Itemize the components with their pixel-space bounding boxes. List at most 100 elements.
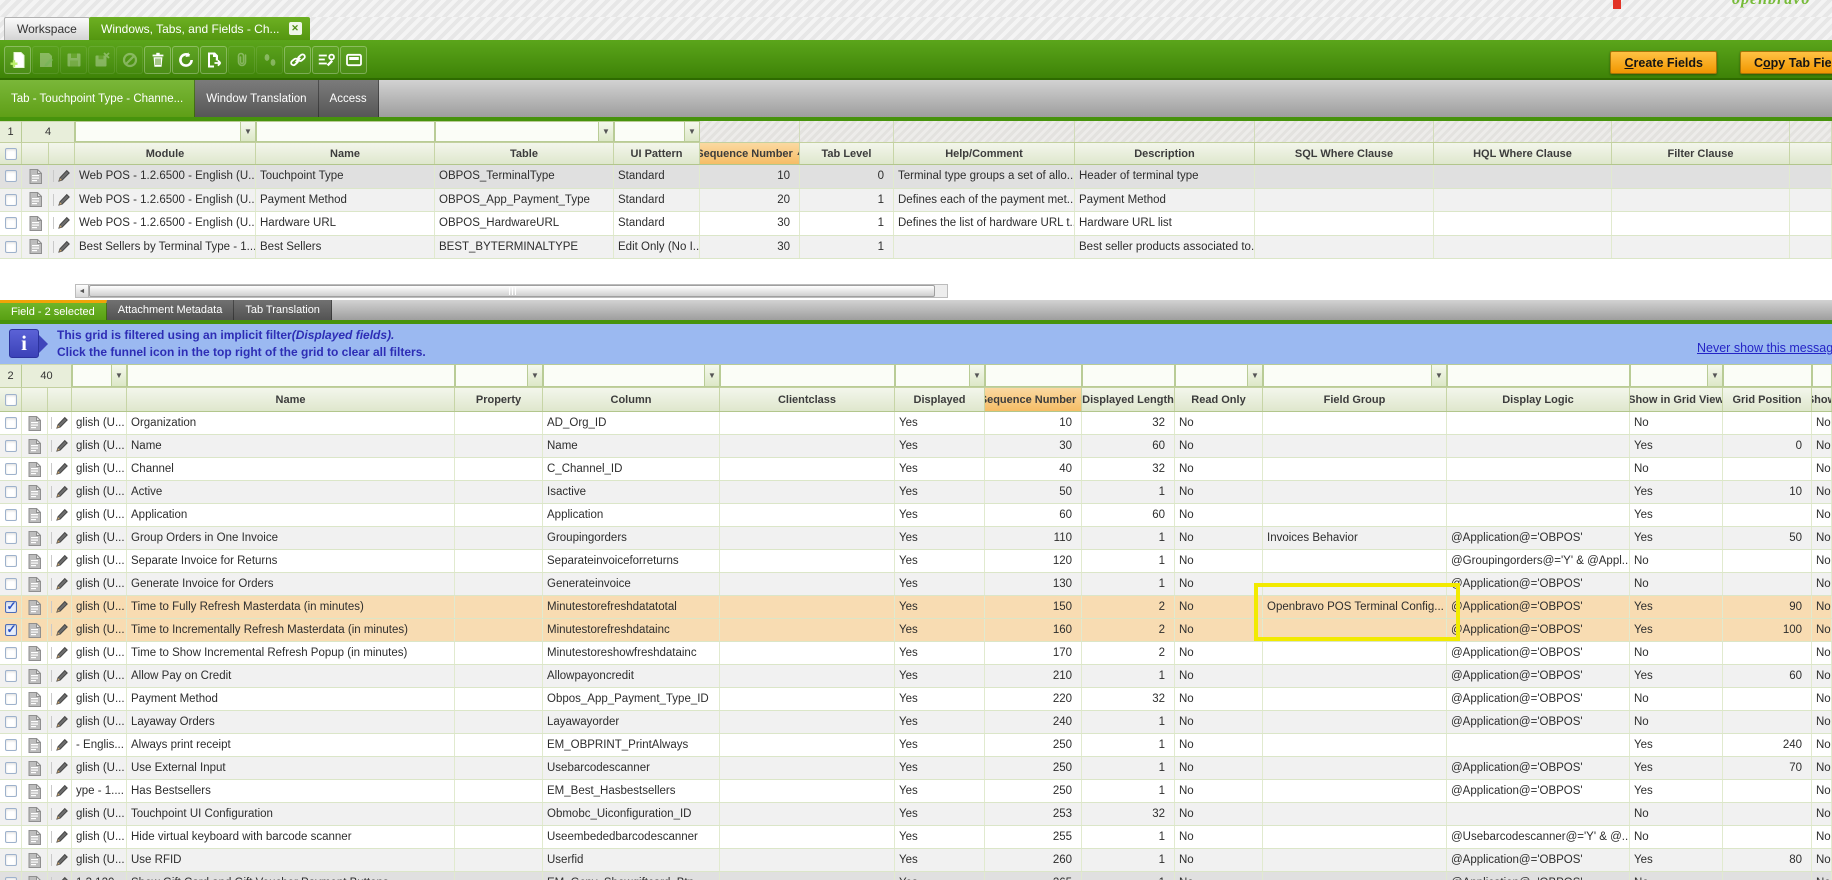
row-checkbox[interactable] [5,532,17,544]
table-row[interactable]: Web POS - 1.2.6500 - English (U...Touchp… [0,165,1832,189]
edit-record-icon[interactable] [48,504,72,526]
form-view-icon[interactable] [22,236,49,259]
column-header-display-logic[interactable]: Display Logic [1447,388,1630,411]
column-header-show-in-grid-view[interactable]: Show in Grid View [1630,388,1723,411]
table-row[interactable]: glish (U...Allow Pay on CreditAllowpayon… [0,665,1832,688]
form-view-icon[interactable] [22,435,48,457]
row-checkbox[interactable] [5,509,17,521]
form-view-icon[interactable] [22,803,48,825]
edit-record-icon[interactable] [48,688,72,710]
edit-record-icon[interactable] [48,803,72,825]
form-view-icon[interactable] [22,458,48,480]
row-checkbox[interactable] [5,217,17,229]
tab-window-translation[interactable]: Window Translation [195,80,318,117]
row-checkbox[interactable] [5,647,17,659]
filter-input[interactable]: ▼ [75,121,256,142]
table-row[interactable]: glish (U...ApplicationApplicationYes6060… [0,504,1832,527]
column-header-clientclass[interactable]: Clientclass [720,388,895,411]
column-header-blank[interactable] [1790,143,1832,164]
filter-dropdown-icon[interactable]: ▼ [1707,365,1722,386]
row-checkbox[interactable] [5,808,17,820]
filter-dropdown-icon[interactable]: ▼ [527,365,542,386]
row-checkbox[interactable] [5,854,17,866]
select-all-checkbox[interactable] [5,148,17,160]
form-view-icon[interactable] [22,189,49,212]
table-row[interactable]: glish (U...Hide virtual keyboard with ba… [0,826,1832,849]
edit-record-icon[interactable] [48,527,72,549]
row-checkbox[interactable] [5,831,17,843]
form-view-icon[interactable] [22,165,49,188]
table-row[interactable]: glish (U...Time to Fully Refresh Masterd… [0,596,1832,619]
edit-record-icon[interactable] [48,435,72,457]
row-checkbox[interactable] [5,170,17,182]
filter-input[interactable]: ▼ [1175,364,1263,387]
column-header-filter-clause[interactable]: Filter Clause [1612,143,1790,164]
table-row[interactable]: glish (U...Layaway OrdersLayawayorderYes… [0,711,1832,734]
close-icon[interactable]: ✕ [289,22,302,35]
never-show-message-link[interactable]: Never show this message ag [1697,341,1832,355]
row-checkbox[interactable] [5,785,17,797]
form-view-icon[interactable] [22,504,48,526]
row-checkbox[interactable] [5,463,17,475]
table-row[interactable]: Web POS - 1.2.6500 - English (U...Paymen… [0,189,1832,213]
tab-access[interactable]: Access [319,80,379,117]
edit-record-icon[interactable] [49,165,75,188]
filter-input[interactable] [1447,364,1630,387]
form-view-icon[interactable] [22,596,48,618]
filter-input[interactable] [985,364,1082,387]
column-header-read-only[interactable]: Read Only [1175,388,1263,411]
form-view-icon[interactable] [22,550,48,572]
form-view-icon[interactable] [22,711,48,733]
filter-input[interactable]: ▼ [895,364,985,387]
table-row[interactable]: 1.3.120...Show Gift Card and Gift Vouche… [0,872,1832,880]
edit-record-icon[interactable] [48,872,72,880]
edit-record-icon[interactable] [48,596,72,618]
column-header-field-group[interactable]: Field Group [1263,388,1447,411]
tab-tab-translation[interactable]: Tab Translation [234,300,332,320]
edit-record-icon[interactable] [48,458,72,480]
edit-record-icon[interactable] [48,826,72,848]
filter-dropdown-icon[interactable]: ▼ [1431,365,1446,386]
scrollbar-thumb[interactable] [89,285,935,297]
table-row[interactable]: glish (U...Time to Incrementally Refresh… [0,619,1832,642]
filter-dropdown-icon[interactable]: ▼ [240,122,255,141]
filter-input[interactable] [720,364,895,387]
column-header-help-comment[interactable]: Help/Comment [894,143,1075,164]
tab-attachment-metadata[interactable]: Attachment Metadata [107,300,235,320]
edit-record-icon[interactable] [48,757,72,779]
scroll-left-icon[interactable]: ◄ [76,285,89,297]
copy-tab-fields-button[interactable]: Copy Tab Fields [1740,51,1832,74]
filter-input[interactable] [127,364,455,387]
edit-record-icon[interactable] [48,481,72,503]
filter-dropdown-icon[interactable]: ▼ [111,365,126,386]
filter-input[interactable] [1723,364,1812,387]
form-view-icon[interactable] [22,665,48,687]
tab-field[interactable]: Field - 2 selected [0,300,107,320]
form-view-icon[interactable] [22,642,48,664]
table-row[interactable]: glish (U...Payment MethodObpos_App_Payme… [0,688,1832,711]
form-view-icon[interactable] [22,619,48,641]
table-row[interactable]: glish (U...Separate Invoice for ReturnsS… [0,550,1832,573]
column-header-grid-position[interactable]: Grid Position [1723,388,1812,411]
column-header-module[interactable]: Module [75,143,256,164]
form-view-icon[interactable] [22,527,48,549]
edit-record-icon[interactable] [49,236,75,259]
select-all-checkbox[interactable] [5,394,17,406]
column-header-description[interactable]: Description [1075,143,1255,164]
edit-record-icon[interactable] [48,711,72,733]
table-row[interactable]: glish (U...Time to Show Incremental Refr… [0,642,1832,665]
form-view-icon[interactable] [22,688,48,710]
table-row[interactable]: glish (U...Group Orders in One InvoiceGr… [0,527,1832,550]
table-row[interactable]: glish (U...Generate Invoice for OrdersGe… [0,573,1832,596]
table-row[interactable]: glish (U...OrganizationAD_Org_IDYes1032N… [0,412,1832,435]
column-header-blank[interactable] [72,388,127,411]
column-header-name[interactable]: Name [256,143,435,164]
filter-input[interactable] [1082,364,1175,387]
filter-input[interactable]: ▼ [1630,364,1723,387]
edit-record-icon[interactable] [48,642,72,664]
edit-record-icon[interactable] [48,619,72,641]
form-view-icon[interactable] [22,573,48,595]
active-window-tab[interactable]: Windows, Tabs, and Fields - Ch... ✕ [89,17,310,40]
table-row[interactable]: glish (U...NameNameYes3060NoYes0No [0,435,1832,458]
refresh-icon[interactable] [172,46,199,74]
